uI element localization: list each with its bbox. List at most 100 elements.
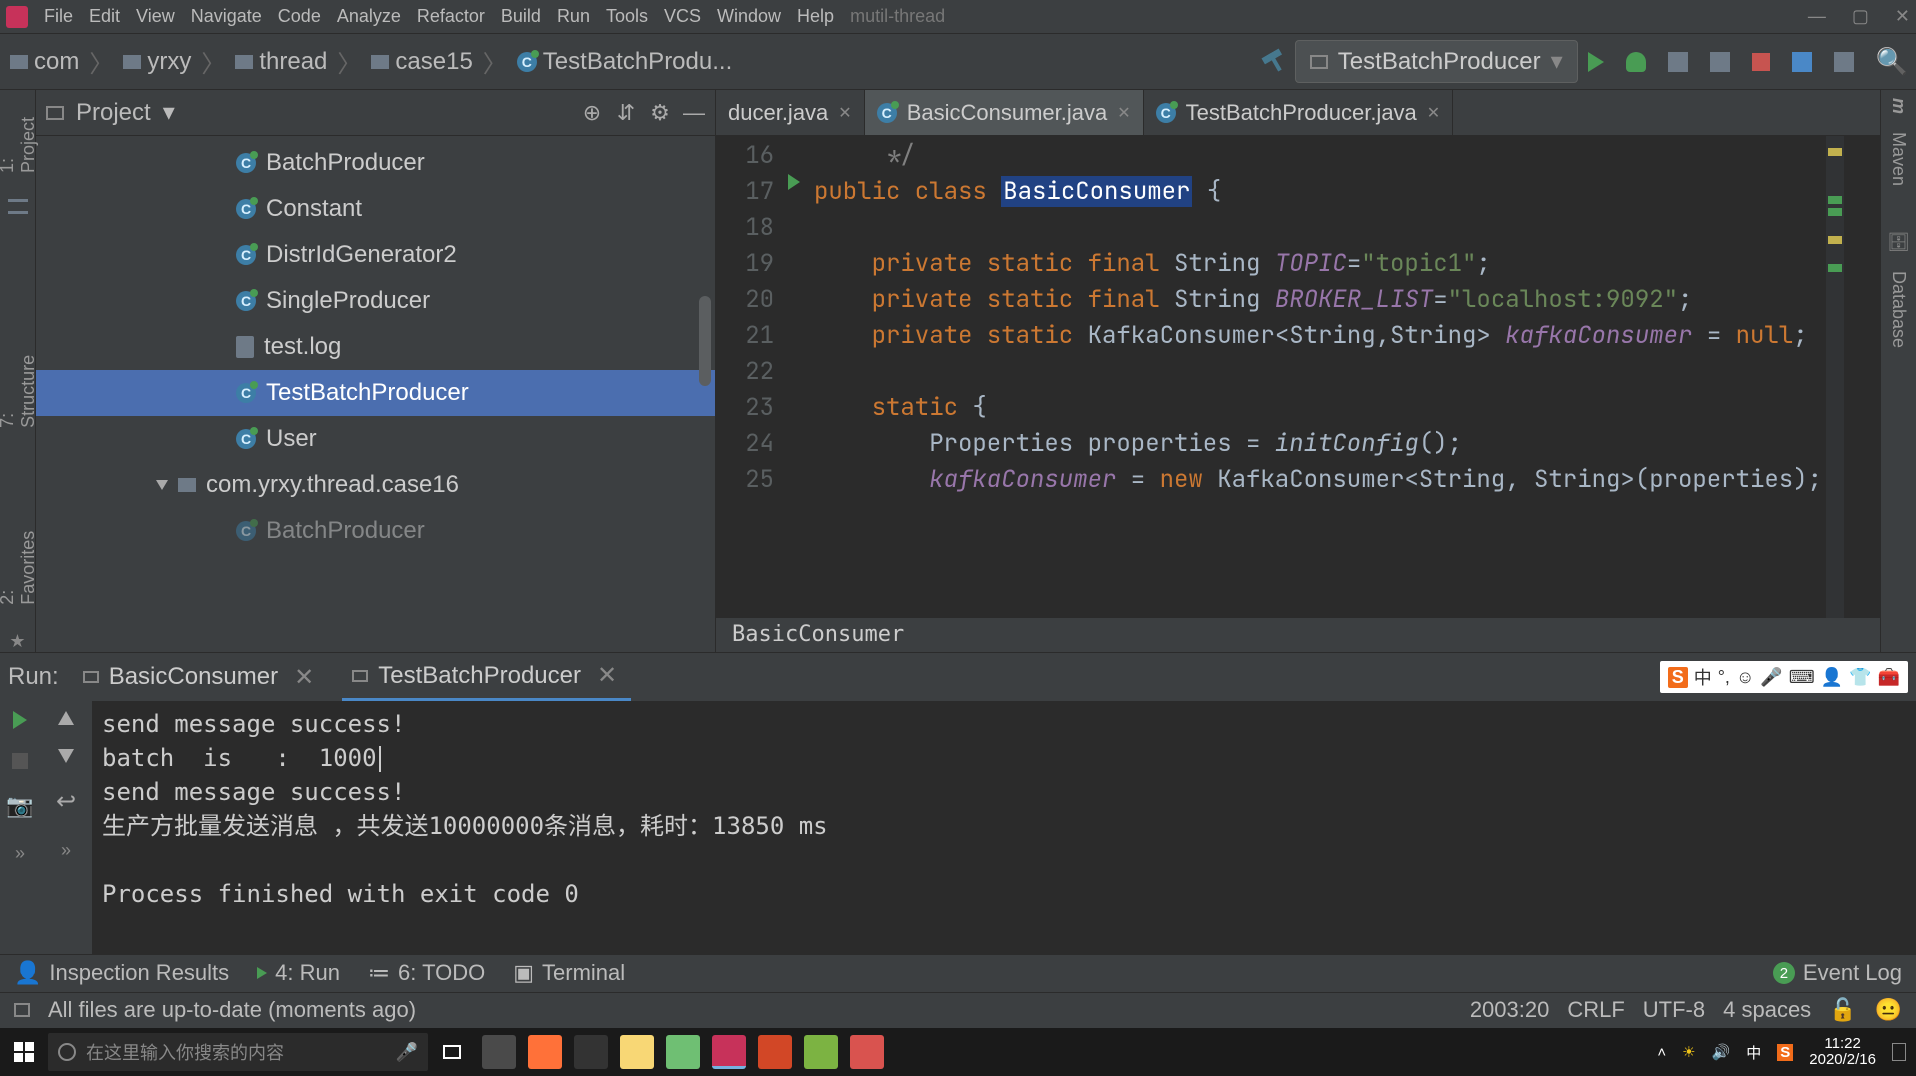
taskbar-app[interactable]	[804, 1035, 838, 1069]
menu-build[interactable]: Build	[501, 6, 541, 27]
stop-icon[interactable]	[1752, 53, 1770, 71]
tree-item[interactable]: CDistrIdGenerator2	[36, 232, 715, 278]
task-view-button[interactable]	[428, 1028, 476, 1076]
breadcrumb-item[interactable]: thread	[229, 46, 333, 78]
tray-date[interactable]: 2020/2/16	[1809, 1052, 1876, 1068]
taskbar-app-powerpoint[interactable]	[758, 1035, 792, 1069]
menu-vcs[interactable]: VCS	[664, 6, 701, 27]
run-icon[interactable]	[1588, 52, 1604, 72]
tool-maven-label[interactable]: Maven	[1888, 132, 1909, 186]
tray-chevron-up-icon[interactable]: ˄	[1657, 1044, 1666, 1061]
caret-position[interactable]: 2003:20	[1470, 997, 1550, 1023]
mic-icon[interactable]: 🎤	[396, 1042, 418, 1063]
menu-help[interactable]: Help	[797, 6, 834, 27]
tool-maven-button[interactable]: m	[1888, 98, 1909, 114]
start-button[interactable]	[0, 1028, 48, 1076]
close-tab-icon[interactable]: ✕	[1427, 103, 1440, 123]
menu-code[interactable]: Code	[278, 6, 321, 27]
ime-lang[interactable]: 中	[1694, 664, 1712, 690]
code-content[interactable]: */ public class BasicConsumer { private …	[786, 136, 1880, 652]
breadcrumb-item[interactable]: case15	[365, 46, 478, 78]
taskbar-app[interactable]	[850, 1035, 884, 1069]
tray-time[interactable]: 11:22	[1809, 1036, 1876, 1052]
scroll-up-icon[interactable]	[58, 711, 74, 725]
breadcrumb-item[interactable]: com	[4, 46, 85, 78]
toolwindows-toggle-icon[interactable]	[14, 1003, 30, 1017]
profile-icon[interactable]	[1710, 52, 1730, 72]
taskbar-search[interactable]: 在这里输入你搜索的内容 🎤	[48, 1033, 428, 1071]
tool-run-button[interactable]: 4: Run	[257, 960, 340, 986]
tree-item[interactable]: CBatchProducer	[36, 508, 715, 554]
build-icon[interactable]	[1261, 48, 1288, 75]
tree-item-selected[interactable]: CTestBatchProducer	[36, 370, 715, 416]
project-tree[interactable]: CBatchProducer CConstant CDistrIdGenerat…	[36, 136, 715, 652]
tree-item[interactable]: CBatchProducer	[36, 140, 715, 186]
ime-punct-icon[interactable]: °,	[1718, 667, 1730, 688]
maximize-icon[interactable]: ▢	[1852, 6, 1869, 27]
menu-run[interactable]: Run	[557, 6, 590, 27]
tree-item[interactable]: test.log	[36, 324, 715, 370]
tree-item[interactable]: CUser	[36, 416, 715, 462]
coverage-icon[interactable]	[1668, 52, 1688, 72]
taskbar-app-terminal[interactable]	[574, 1035, 608, 1069]
close-tab-icon[interactable]: ✕	[294, 663, 314, 692]
readonly-lock-icon[interactable]: 🔓	[1829, 997, 1856, 1023]
tray-notifications-icon[interactable]	[1892, 1043, 1906, 1061]
ime-toolbar[interactable]: S 中 °, ☺ 🎤 ⌨ 👤 👕 🧰	[1660, 661, 1908, 693]
menu-view[interactable]: View	[136, 6, 175, 27]
warning-marker[interactable]	[1828, 236, 1842, 244]
menu-window[interactable]: Window	[717, 6, 781, 27]
close-tab-icon[interactable]: ✕	[1117, 103, 1130, 123]
tool-database-button[interactable]: Database	[1888, 271, 1909, 348]
tree-item[interactable]: CConstant	[36, 186, 715, 232]
tool-eventlog-button[interactable]: 2Event Log	[1773, 960, 1902, 986]
tool-favorites-button[interactable]: 2: Favorites	[0, 517, 39, 605]
database-icon[interactable]: 🗄	[1887, 232, 1910, 253]
menu-tools[interactable]: Tools	[606, 6, 648, 27]
indent-settings[interactable]: 4 spaces	[1723, 997, 1811, 1023]
more-icon[interactable]: »	[15, 843, 25, 864]
ime-person-icon[interactable]: 👤	[1821, 667, 1843, 688]
run-configuration-selector[interactable]: TestBatchProducer ▾	[1295, 40, 1578, 83]
tree-item[interactable]: CSingleProducer	[36, 278, 715, 324]
menu-edit[interactable]: Edit	[89, 6, 120, 27]
taskbar-app[interactable]	[666, 1035, 700, 1069]
close-icon[interactable]: ✕	[1895, 6, 1910, 27]
scroll-down-icon[interactable]	[58, 749, 74, 763]
collapse-icon[interactable]: ⇵	[615, 102, 637, 124]
tool-todo-button[interactable]: ≔6: TODO	[368, 960, 485, 986]
locate-icon[interactable]: ⊕	[581, 102, 603, 124]
file-encoding[interactable]: UTF-8	[1643, 997, 1705, 1023]
gutter-run-icon[interactable]	[788, 174, 800, 190]
git-icon[interactable]	[1792, 52, 1812, 72]
ime-mic-icon[interactable]: 🎤	[1760, 667, 1782, 688]
tray-weather-icon[interactable]: ☀	[1682, 1043, 1695, 1061]
close-tab-icon[interactable]: ✕	[838, 103, 851, 123]
tray-volume-icon[interactable]: 🔊	[1712, 1043, 1731, 1061]
breadcrumb-item[interactable]: yrxy	[117, 46, 197, 78]
layout-icon[interactable]	[1834, 52, 1854, 72]
scrollbar-thumb[interactable]	[699, 296, 711, 386]
taskbar-app-explorer[interactable]	[620, 1035, 654, 1069]
search-everywhere-icon[interactable]: 🔍	[1876, 46, 1908, 77]
taskbar-app-intellij[interactable]	[712, 1035, 746, 1069]
project-files-icon[interactable]	[8, 199, 28, 214]
tool-inspection-button[interactable]: 👤Inspection Results	[14, 960, 229, 986]
system-tray[interactable]: ˄ ☀ 🔊 中 S 11:22 2020/2/16	[1657, 1036, 1916, 1068]
debug-icon[interactable]	[1626, 52, 1646, 72]
error-stripe[interactable]	[1826, 136, 1844, 652]
line-separator[interactable]: CRLF	[1567, 997, 1624, 1023]
memory-indicator-icon[interactable]: 😐	[1875, 997, 1902, 1023]
tool-structure-button[interactable]: 7: Structure	[0, 341, 39, 428]
console-output[interactable]: send message success! batch is : 1000 se…	[92, 701, 1916, 954]
close-tab-icon[interactable]: ✕	[597, 661, 617, 690]
more-icon[interactable]: »	[61, 840, 71, 861]
chevron-down-icon[interactable]: ▾	[163, 98, 175, 127]
ime-keyboard-icon[interactable]: ⌨	[1789, 667, 1815, 688]
run-tab[interactable]: BasicConsumer✕	[73, 653, 329, 701]
menu-file[interactable]: FileFile	[44, 6, 73, 27]
tool-project-button[interactable]: 1: Project	[0, 102, 39, 173]
editor-breadcrumb[interactable]: BasicConsumer	[716, 618, 1880, 652]
gear-icon[interactable]: ⚙	[649, 102, 671, 124]
tray-ime-icon[interactable]: 中	[1746, 1042, 1761, 1063]
